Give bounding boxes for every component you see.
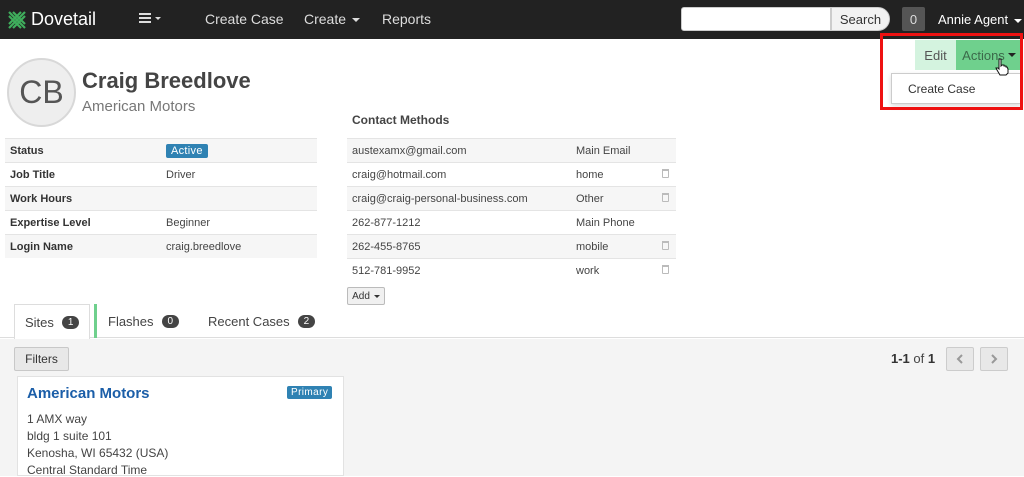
tab-label: Recent Cases xyxy=(208,313,290,329)
contact-method-value: austexamx@gmail.com xyxy=(352,144,467,157)
menu-toggle-button[interactable] xyxy=(139,12,161,24)
tab-recent-cases[interactable]: Recent Cases 2 xyxy=(208,304,316,338)
site-card: American Motors Primary 1 AMX way bldg 1… xyxy=(17,376,344,477)
avatar: CB xyxy=(7,58,76,127)
nav-create-dropdown[interactable]: Create xyxy=(304,0,361,39)
info-value: craig.breedlove xyxy=(166,240,242,253)
info-label: Login Name xyxy=(10,240,73,253)
contact-method-type: home xyxy=(576,168,604,181)
chevron-left-icon xyxy=(956,354,963,364)
primary-badge: Primary xyxy=(287,386,333,399)
contact-methods-title: Contact Methods xyxy=(352,113,450,127)
add-contact-method-button[interactable]: Add xyxy=(347,287,385,305)
contact-methods-table: austexamx@gmail.com Main Email craig@hot… xyxy=(347,138,676,282)
prev-page-button[interactable] xyxy=(946,347,974,371)
contact-method-value: 262-455-8765 xyxy=(352,240,421,253)
site-address-line: bldg 1 suite 101 xyxy=(27,429,112,443)
brand-name: Dovetail xyxy=(31,9,97,29)
chevron-right-icon xyxy=(991,354,998,364)
chevron-down-icon xyxy=(155,16,161,20)
contact-method-type: Main Email xyxy=(576,144,631,157)
info-value: Beginner xyxy=(166,216,211,229)
contact-method-value: 512-781-9952 xyxy=(352,264,421,277)
tab-count: 1 xyxy=(61,315,80,329)
chevron-down-icon xyxy=(373,294,380,298)
nav-create-label: Create xyxy=(304,11,347,27)
info-label: Work Hours xyxy=(10,192,73,205)
tab-label: Flashes xyxy=(108,313,154,329)
hamburger-icon xyxy=(139,13,151,23)
filters-button[interactable]: Filters xyxy=(14,347,69,371)
tab-count: 0 xyxy=(161,314,180,328)
brand[interactable]: Dovetail xyxy=(7,9,96,30)
tab-flashes[interactable]: Flashes 0 xyxy=(108,304,180,338)
tab-count: 2 xyxy=(297,314,316,328)
nav-reports[interactable]: Reports xyxy=(382,0,431,39)
trash-icon[interactable] xyxy=(662,169,669,178)
site-timezone: Central Standard Time xyxy=(27,463,148,477)
pager-summary: 1-1 of 1 xyxy=(891,351,935,366)
contact-company[interactable]: American Motors xyxy=(82,98,195,115)
contact-method-row[interactable]: 512-781-9952 work xyxy=(347,258,676,282)
contact-method-type: mobile xyxy=(576,240,609,253)
info-value: Driver xyxy=(166,168,196,181)
info-row-job-title: Job Title Driver xyxy=(5,162,317,186)
add-label: Add xyxy=(352,290,370,302)
contact-method-row[interactable]: craig@hotmail.com home xyxy=(347,162,676,186)
contact-method-value: craig@craig-personal-business.com xyxy=(352,192,528,205)
chevron-down-icon xyxy=(1014,18,1023,23)
tab-label: Sites xyxy=(25,314,54,330)
info-label: Status xyxy=(10,144,44,157)
tab-divider xyxy=(94,304,97,338)
top-navbar: Dovetail Create Case Create Reports Sear… xyxy=(0,0,1024,39)
contact-method-type: Other xyxy=(576,192,604,205)
trash-icon[interactable] xyxy=(662,241,669,250)
search-input[interactable] xyxy=(681,7,831,31)
chevron-down-icon xyxy=(352,18,361,23)
contact-method-row[interactable]: craig@craig-personal-business.com Other xyxy=(347,186,676,210)
info-label: Expertise Level xyxy=(10,216,91,229)
contact-method-value: 262-877-1212 xyxy=(352,216,421,229)
pager-of: of xyxy=(913,351,925,366)
pager-range: 1-1 xyxy=(891,351,910,366)
notifications-button[interactable]: 0 xyxy=(902,7,925,31)
hand-cursor-icon xyxy=(995,58,1009,76)
site-address-line: Kenosha, WI 65432 (USA) xyxy=(27,446,169,460)
search-button[interactable]: Search xyxy=(831,7,890,31)
site-address-line: 1 AMX way xyxy=(27,412,88,426)
contact-method-type: Main Phone xyxy=(576,216,635,229)
contact-method-row[interactable]: 262-455-8765 mobile xyxy=(347,234,676,258)
contact-method-type: work xyxy=(576,264,600,277)
contact-info-table: Status Active Job Title Driver Work Hour… xyxy=(5,138,317,258)
info-row-work-hours: Work Hours xyxy=(5,186,317,210)
tabs-bar: Sites 1 Flashes 0 Recent Cases 2 xyxy=(0,304,1024,339)
contact-method-value: craig@hotmail.com xyxy=(352,168,447,181)
contact-method-row[interactable]: 262-877-1212 Main Phone xyxy=(347,210,676,234)
pager-total: 1 xyxy=(927,351,936,366)
trash-icon[interactable] xyxy=(662,193,669,202)
info-row-status: Status Active xyxy=(5,138,317,162)
user-name: Annie Agent xyxy=(938,12,1009,27)
dovetail-logo-icon xyxy=(8,10,26,29)
info-label: Job Title xyxy=(10,168,56,181)
info-row-expertise: Expertise Level Beginner xyxy=(5,210,317,234)
info-row-login: Login Name craig.breedlove xyxy=(5,234,317,258)
nav-create-case[interactable]: Create Case xyxy=(205,0,284,39)
site-name-link[interactable]: American Motors xyxy=(27,385,150,402)
status-badge: Active xyxy=(166,143,208,158)
tab-sites[interactable]: Sites 1 xyxy=(14,304,91,339)
next-page-button[interactable] xyxy=(980,347,1008,371)
trash-icon[interactable] xyxy=(662,265,669,274)
contact-method-row[interactable]: austexamx@gmail.com Main Email xyxy=(347,138,676,162)
contact-name: Craig Breedlove xyxy=(82,68,251,93)
